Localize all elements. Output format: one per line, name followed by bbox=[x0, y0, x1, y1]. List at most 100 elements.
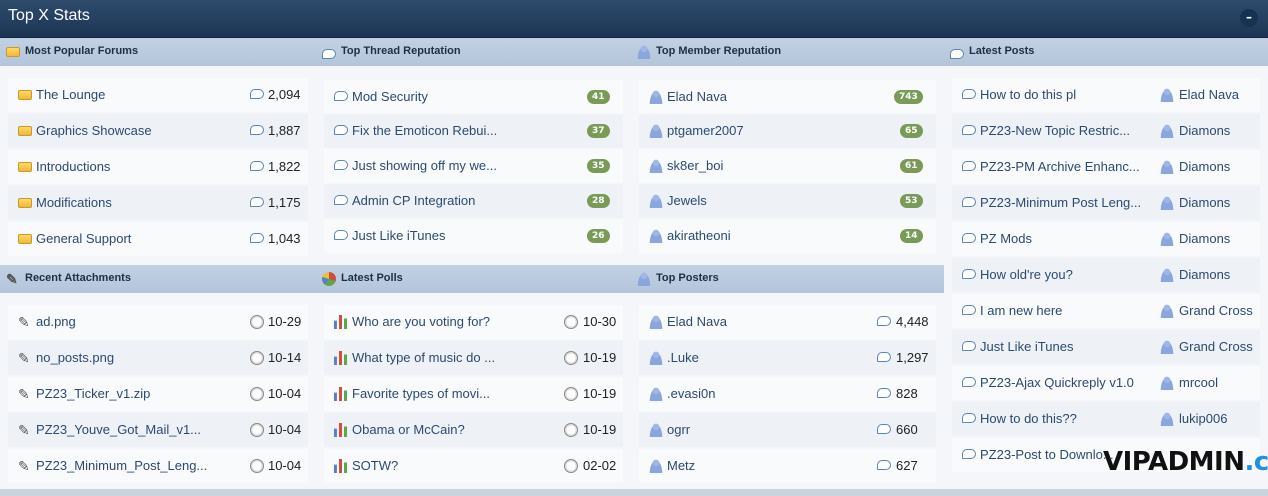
post-author[interactable]: Diamons bbox=[1179, 123, 1230, 138]
forum-link[interactable]: Modifications bbox=[36, 195, 236, 210]
member-link[interactable]: Elad Nava bbox=[667, 89, 847, 104]
post-link[interactable]: PZ23-New Topic Restric... bbox=[980, 123, 1150, 138]
list-item[interactable]: Elad Nava 743 bbox=[639, 80, 936, 114]
list-item[interactable]: PZ23-Ajax Quickreply v1.0 mrcool bbox=[952, 366, 1260, 400]
attachment-link[interactable]: PZ23_Ticker_v1.zip bbox=[36, 386, 236, 401]
post-author[interactable]: Diamons bbox=[1179, 195, 1230, 210]
thread-link[interactable]: Mod Security bbox=[352, 89, 512, 104]
list-item[interactable]: ✎ PZ23_Youve_Got_Mail_v1... 10-04 bbox=[8, 413, 308, 447]
post-author[interactable]: Grand Cross bbox=[1179, 303, 1253, 318]
post-link[interactable]: PZ23-Ajax Quickreply v1.0 bbox=[980, 375, 1150, 390]
list-item[interactable]: Elad Nava 4,448 bbox=[639, 305, 936, 339]
poll-link[interactable]: SOTW? bbox=[352, 458, 532, 473]
forum-link[interactable]: General Support bbox=[36, 231, 236, 246]
list-item[interactable]: PZ23-Minimum Post Leng... Diamons bbox=[952, 186, 1260, 220]
clock-icon bbox=[564, 387, 578, 401]
list-item[interactable]: Metz 627 bbox=[639, 449, 936, 483]
thread-link[interactable]: Just Like iTunes bbox=[352, 228, 512, 243]
forum-link[interactable]: Graphics Showcase bbox=[36, 123, 236, 138]
attachment-link[interactable]: ad.png bbox=[36, 314, 236, 329]
member-link[interactable]: ogrr bbox=[667, 422, 847, 437]
user-icon bbox=[1160, 88, 1174, 102]
list-item[interactable]: ✎ no_posts.png 10-14 bbox=[8, 341, 308, 375]
post-author[interactable]: Diamons bbox=[1179, 231, 1230, 246]
list-item[interactable]: ✎ ad.png 10-29 bbox=[8, 305, 308, 339]
poll-link[interactable]: Who are you voting for? bbox=[352, 314, 532, 329]
member-link[interactable]: .Luke bbox=[667, 350, 847, 365]
thread-link[interactable]: Just showing off my we... bbox=[352, 158, 512, 173]
watermark-text: VIPADMIN bbox=[1103, 447, 1245, 477]
post-link[interactable]: PZ23-PM Archive Enhanc... bbox=[980, 159, 1150, 174]
user-icon bbox=[1160, 232, 1174, 246]
post-author[interactable]: lukip006 bbox=[1179, 411, 1227, 426]
post-author[interactable]: Grand Cross bbox=[1179, 339, 1253, 354]
member-link[interactable]: sk8er_boi bbox=[667, 158, 847, 173]
list-item[interactable]: PZ Mods Diamons bbox=[952, 222, 1260, 256]
post-author[interactable]: Elad Nava bbox=[1179, 87, 1239, 102]
section-title: Top Posters bbox=[656, 272, 719, 284]
forum-link[interactable]: Introductions bbox=[36, 159, 236, 174]
list-item[interactable]: Jewels 53 bbox=[639, 184, 936, 218]
list-item[interactable]: Admin CP Integration 28 bbox=[324, 184, 623, 218]
post-author[interactable]: Diamons bbox=[1179, 267, 1230, 282]
list-item[interactable]: Favorite types of movi... 10-19 bbox=[324, 377, 623, 411]
thread-link[interactable]: Admin CP Integration bbox=[352, 193, 512, 208]
post-link[interactable]: How old're you? bbox=[980, 267, 1150, 282]
list-item[interactable]: Just showing off my we... 35 bbox=[324, 149, 623, 183]
post-icon bbox=[962, 377, 976, 387]
user-icon bbox=[649, 124, 663, 138]
post-link[interactable]: PZ23-Minimum Post Leng... bbox=[980, 195, 1150, 210]
list-item[interactable]: How to do this?? lukip006 bbox=[952, 402, 1260, 436]
list-item[interactable]: Modifications 1,175 bbox=[8, 186, 308, 220]
list-item[interactable]: ✎ PZ23_Ticker_v1.zip 10-04 bbox=[8, 377, 308, 411]
post-author[interactable]: mrcool bbox=[1179, 375, 1218, 390]
list-item[interactable]: General Support 1,043 bbox=[8, 222, 308, 256]
list-item[interactable]: Who are you voting for? 10-30 bbox=[324, 305, 623, 339]
list-item[interactable]: The Lounge 2,094 bbox=[8, 78, 308, 112]
attachment-date: 10-14 bbox=[268, 350, 302, 365]
list-item[interactable]: ogrr 660 bbox=[639, 413, 936, 447]
member-link[interactable]: Jewels bbox=[667, 193, 847, 208]
post-link[interactable]: How to do this pl bbox=[980, 87, 1150, 102]
list-item[interactable]: Mod Security 41 bbox=[324, 80, 623, 114]
post-link[interactable]: I am new here bbox=[980, 303, 1150, 318]
post-link[interactable]: PZ Mods bbox=[980, 231, 1150, 246]
list-item[interactable]: How old're you? Diamons bbox=[952, 258, 1260, 292]
poll-link[interactable]: Obama or McCain? bbox=[352, 422, 532, 437]
post-author[interactable]: Diamons bbox=[1179, 159, 1230, 174]
list-item[interactable]: Graphics Showcase 1,887 bbox=[8, 114, 308, 148]
list-item[interactable]: Fix the Emoticon Rebui... 37 bbox=[324, 114, 623, 148]
list-item[interactable]: ✎ PZ23_Minimum_Post_Leng... 10-04 bbox=[8, 449, 308, 483]
member-link[interactable]: Metz bbox=[667, 458, 847, 473]
attachment-link[interactable]: no_posts.png bbox=[36, 350, 236, 365]
list-item[interactable]: Just Like iTunes Grand Cross bbox=[952, 330, 1260, 364]
poll-link[interactable]: Favorite types of movi... bbox=[352, 386, 502, 401]
list-item[interactable]: SOTW? 02-02 bbox=[324, 449, 623, 483]
attachment-link[interactable]: PZ23_Minimum_Post_Leng... bbox=[36, 458, 221, 473]
list-item[interactable]: Introductions 1,822 bbox=[8, 150, 308, 184]
list-item[interactable]: PZ23-New Topic Restric... Diamons bbox=[952, 114, 1260, 148]
forum-link[interactable]: The Lounge bbox=[36, 87, 236, 102]
list-item[interactable]: ptgamer2007 65 bbox=[639, 114, 936, 148]
list-item[interactable]: What type of music do ... 10-19 bbox=[324, 341, 623, 375]
member-link[interactable]: .evasi0n bbox=[667, 386, 847, 401]
list-item[interactable]: PZ23-PM Archive Enhanc... Diamons bbox=[952, 150, 1260, 184]
list-item[interactable]: .Luke 1,297 bbox=[639, 341, 936, 375]
attachment-link[interactable]: PZ23_Youve_Got_Mail_v1... bbox=[36, 422, 221, 437]
list-item[interactable]: Just Like iTunes 26 bbox=[324, 219, 623, 253]
post-link[interactable]: How to do this?? bbox=[980, 411, 1150, 426]
thread-link[interactable]: Fix the Emoticon Rebui... bbox=[352, 123, 512, 138]
watermark-logo: VIPADMIN.club bbox=[1103, 447, 1268, 477]
poll-link[interactable]: What type of music do ... bbox=[352, 350, 502, 365]
post-link[interactable]: Just Like iTunes bbox=[980, 339, 1150, 354]
member-link[interactable]: akiratheoni bbox=[667, 228, 847, 243]
list-item[interactable]: .evasi0n 828 bbox=[639, 377, 936, 411]
collapse-button[interactable]: – bbox=[1240, 9, 1258, 27]
list-item[interactable]: I am new here Grand Cross bbox=[952, 294, 1260, 328]
list-item[interactable]: akiratheoni 14 bbox=[639, 219, 936, 253]
member-link[interactable]: Elad Nava bbox=[667, 314, 847, 329]
list-item[interactable]: How to do this pl Elad Nava bbox=[952, 78, 1260, 112]
member-link[interactable]: ptgamer2007 bbox=[667, 123, 847, 138]
list-item[interactable]: sk8er_boi 61 bbox=[639, 149, 936, 183]
list-item[interactable]: Obama or McCain? 10-19 bbox=[324, 413, 623, 447]
